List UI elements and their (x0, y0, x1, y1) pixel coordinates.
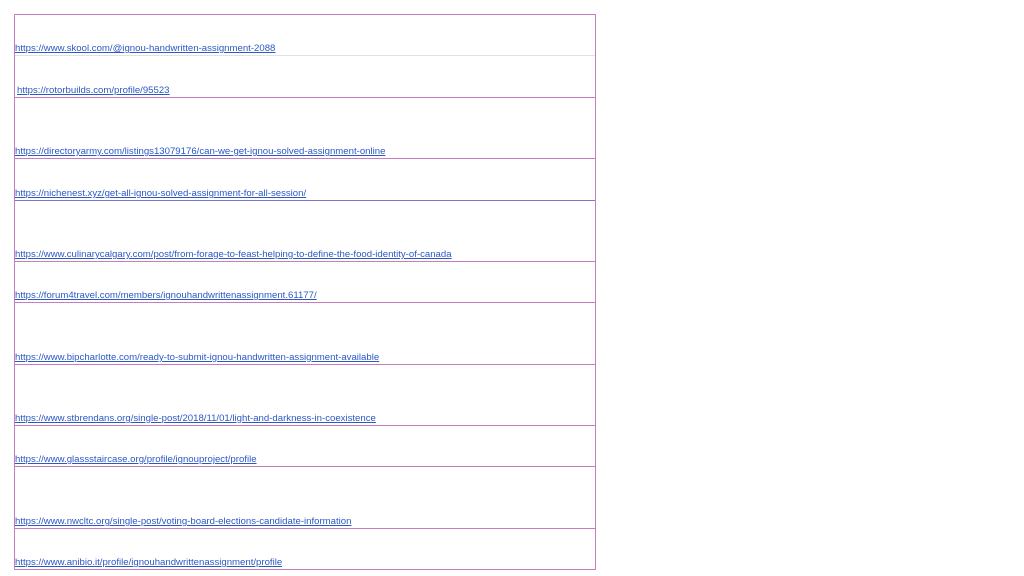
link-culinarycalgary[interactable]: https://www.culinarycalgary.com/post/fro… (15, 249, 452, 260)
link-stbrendans[interactable]: https://www.stbrendans.org/single-post/2… (15, 413, 376, 424)
table-row: https://www.anibio.it/profile/ignouhandw… (15, 528, 595, 570)
table-row: https://www.stbrendans.org/single-post/2… (15, 364, 595, 425)
table-row: https://www.nwcltc.org/single-post/votin… (15, 466, 595, 528)
table-row: https://www.culinarycalgary.com/post/fro… (15, 200, 595, 261)
table-row: https://www.skool.com/@ignou-handwritten… (15, 14, 595, 55)
table-row: https://rotorbuilds.com/profile/95523 (15, 55, 595, 97)
table-row: https://forum4travel.com/members/ignouha… (15, 261, 595, 302)
table-row: https://nichenest.xyz/get-all-ignou-solv… (15, 158, 595, 200)
link-glassstaircase[interactable]: https://www.glassstaircase.org/profile/i… (15, 454, 257, 465)
link-rotorbuilds[interactable]: https://rotorbuilds.com/profile/95523 (17, 85, 170, 96)
link-nwcltc[interactable]: https://www.nwcltc.org/single-post/votin… (15, 516, 351, 527)
table-row: https://www.bipcharlotte.com/ready-to-su… (15, 302, 595, 364)
link-bipcharlotte[interactable]: https://www.bipcharlotte.com/ready-to-su… (15, 352, 379, 363)
table-row: https://www.glassstaircase.org/profile/i… (15, 425, 595, 466)
link-nichenest[interactable]: https://nichenest.xyz/get-all-ignou-solv… (15, 188, 306, 199)
link-forum4travel[interactable]: https://forum4travel.com/members/ignouha… (15, 290, 317, 301)
link-directoryarmy[interactable]: https://directoryarmy.com/listings130791… (15, 146, 385, 157)
link-anibio[interactable]: https://www.anibio.it/profile/ignouhandw… (15, 557, 282, 568)
table-row: https://directoryarmy.com/listings130791… (15, 97, 595, 158)
link-skool[interactable]: https://www.skool.com/@ignou-handwritten… (15, 43, 275, 54)
link-table: https://www.skool.com/@ignou-handwritten… (14, 14, 596, 570)
